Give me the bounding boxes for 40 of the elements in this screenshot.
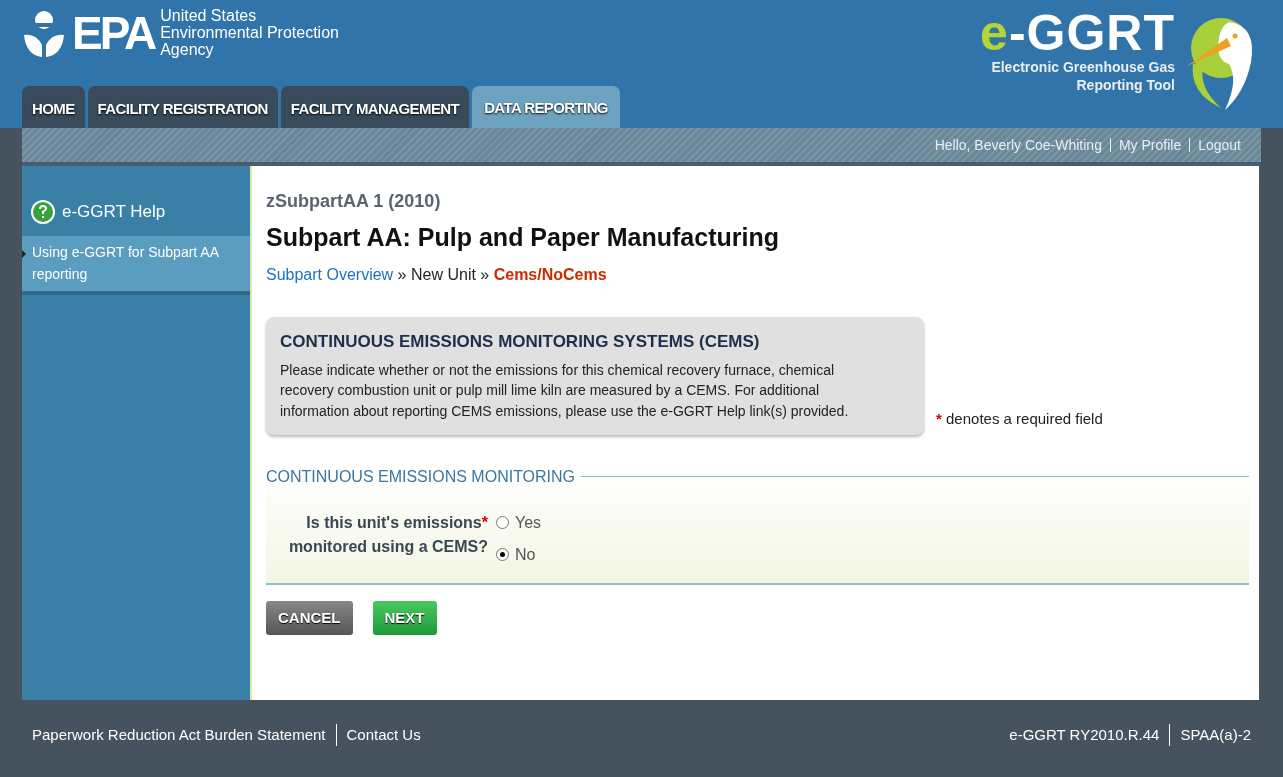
version-text: SPAA(a)-2 xyxy=(1169,723,1261,747)
breadcrumb-separator: » xyxy=(479,265,491,283)
info-text: Please indicate whether or not the emissions for this chemical recovery furnace, chemical recovery combustion unit or pulp mill lime kiln are measured by a CEMS. For additional information about reporting CEMS emissions, please use the e-GGRT Help link(s) provided. xyxy=(280,361,850,421)
user-link[interactable]: Logout xyxy=(1189,138,1249,152)
nav-tab[interactable]: HOME xyxy=(22,85,85,128)
sidebar-item[interactable]: Using e-GGRT for Subpart AA reporting xyxy=(22,236,250,296)
help-icon xyxy=(30,199,56,225)
breadcrumb-text: New Unit xyxy=(410,265,476,283)
required-mark: * xyxy=(481,513,488,531)
cancel-button[interactable]: CANCEL xyxy=(266,600,353,636)
required-mark: * xyxy=(936,410,942,428)
next-button[interactable]: NEXT xyxy=(372,600,437,636)
radio-button[interactable] xyxy=(496,548,509,562)
agency-logo-text: EPA xyxy=(72,10,155,57)
epa-flower-icon xyxy=(22,9,66,58)
question-label: Is this unit's emissions xyxy=(306,513,482,531)
section-title: CONTINUOUS EMISSIONS MONITORING xyxy=(266,466,576,487)
tool-tagline: Electronic Greenhouse Gas Reporting Tool xyxy=(990,58,1175,95)
footer-link[interactable]: Paperwork Reduction Act Burden Statement xyxy=(22,723,336,747)
nav-tab[interactable]: FACILITY REGISTRATION xyxy=(87,85,278,128)
page-title: Subpart AA: Pulp and Paper Manufacturing xyxy=(266,222,780,253)
nav-tab[interactable]: FACILITY MANAGEMENT xyxy=(280,85,470,128)
nav-tab[interactable]: DATA REPORTING xyxy=(472,85,620,128)
option-label: Yes xyxy=(515,512,542,533)
breadcrumb-separator: » xyxy=(396,265,408,283)
required-note: denotes a required field xyxy=(946,410,1103,428)
greeting-text: Hello, Beverly Coe-Whiting xyxy=(933,135,1103,155)
option-label: No xyxy=(515,544,536,565)
footer-link[interactable]: Contact Us xyxy=(335,723,431,747)
question-label: monitored using a CEMS? xyxy=(288,537,488,555)
agency-name: United States Environmental Protection Agency xyxy=(160,8,339,59)
radio-button[interactable] xyxy=(496,516,509,530)
version-text: e-GGRT RY2010.R.44 xyxy=(1008,724,1161,745)
help-link[interactable]: e-GGRT Help xyxy=(62,199,166,225)
info-heading: CONTINUOUS EMISSIONS MONITORING SYSTEMS (CEMS) xyxy=(280,330,761,353)
user-link[interactable]: My Profile xyxy=(1109,138,1190,152)
tool-logo-text: e-GGRT xyxy=(980,8,1175,58)
breadcrumb-link[interactable]: Subpart Overview xyxy=(266,265,394,283)
page-subtitle: zSubpartAA 1 (2010) xyxy=(266,190,442,213)
breadcrumb-current: Cems/NoCems xyxy=(493,265,607,283)
